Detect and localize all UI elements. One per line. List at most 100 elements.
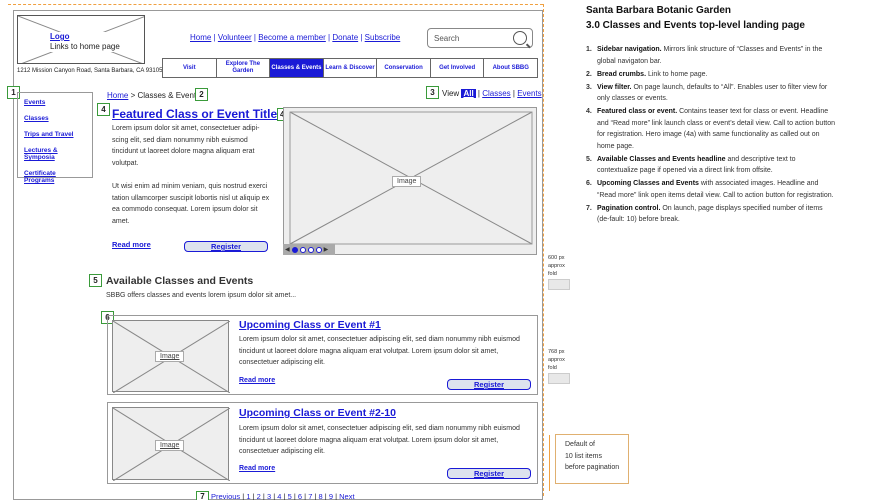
event-title[interactable]: Upcoming Class or Event #1 (239, 319, 381, 331)
fold-768-line: fold (548, 365, 557, 371)
note-head: View filter. (597, 83, 632, 91)
spec-note: 7. Pagination control. On launch, page di… (586, 203, 836, 226)
pagination-separator: | (293, 492, 296, 500)
fold-600-line: 600 px (548, 255, 565, 261)
filter-all[interactable]: All (461, 89, 476, 98)
carousel-dot[interactable] (291, 246, 298, 253)
pagination-page[interactable]: 9 (329, 492, 333, 500)
carousel-dot[interactable] (307, 246, 314, 253)
utility-nav: Home | Volunteer | Become a member | Don… (190, 33, 400, 42)
pagination-page[interactable]: 8 (319, 492, 323, 500)
pagination-page[interactable]: 1 (246, 492, 250, 500)
note-number: 7. (586, 204, 592, 212)
mainnav-explore[interactable]: Explore The Garden (217, 59, 271, 77)
spec-note: 6. Upcoming Classes and Events with assoc… (586, 178, 836, 201)
callout-5: 5 (89, 274, 102, 287)
featured-register-button[interactable]: Register (184, 241, 268, 252)
sidebar-item-classes[interactable]: Classes (24, 115, 87, 122)
pagination-separator: | (273, 492, 276, 500)
pagination: Previous | 1 | 2 | 3 | 4 | 5 | 6 | 7 | 8… (211, 492, 355, 500)
event-read-more[interactable]: Read more (239, 377, 275, 384)
note-number: 4. (586, 108, 592, 115)
carousel-prev-icon[interactable]: ◀ (285, 246, 290, 253)
event-read-more[interactable]: Read more (239, 465, 275, 472)
spec-note: 5. Available Classes and Events headline … (586, 154, 836, 177)
pagination-page[interactable]: 2 (257, 492, 261, 500)
hero-image[interactable]: Image (283, 107, 537, 255)
event-register-button[interactable]: Register (447, 468, 531, 479)
nav-donate[interactable]: Donate (332, 33, 358, 42)
fold-768-line: 768 px (548, 349, 565, 355)
mainnav-classes-events[interactable]: Classes & Events (270, 59, 324, 77)
breadcrumb-current: Classes & Events (137, 91, 201, 100)
note-body: Available Classes and Events headline an… (597, 154, 836, 177)
sidebar-item-events[interactable]: Events (24, 99, 87, 106)
note-body: Upcoming Classes and Events with associa… (597, 178, 836, 201)
logo[interactable]: Logo Links to home page (17, 15, 145, 64)
pagination-page[interactable]: 3 (267, 492, 271, 500)
default-items-note: Default of 10 list items before paginati… (555, 434, 629, 484)
spec-heading: Santa Barbara Botanic Garden 3.0 Classes… (586, 3, 805, 33)
nav-volunteer[interactable]: Volunteer (218, 33, 252, 42)
event-image[interactable]: Image (112, 320, 230, 393)
pagination-page[interactable]: 7 (308, 492, 312, 500)
featured-text-2: Ut wisi enim ad minim veniam, quis nostr… (112, 183, 270, 225)
featured-text-1: Lorem ipsum dolor sit amet, consectetuer… (112, 125, 260, 167)
nav-subscribe[interactable]: Subscribe (365, 33, 401, 42)
default-note-line: Default of (565, 441, 595, 448)
spec-note: 1. Sidebar navigation. Mirrors link struc… (586, 44, 836, 67)
mainnav-get-involved[interactable]: Get Involved (431, 59, 485, 77)
sidebar-item-lectures[interactable]: Lectures & Symposia (24, 147, 87, 161)
filter-classes[interactable]: Classes (482, 89, 510, 98)
note-head: Upcoming Classes and Events (597, 180, 699, 187)
sidebar-item-certificates[interactable]: Certificate Programs (24, 170, 87, 184)
hero-image-label: Image (392, 176, 422, 187)
carousel-dot[interactable] (315, 246, 322, 253)
note-body: Pagination control. On launch, page disp… (597, 203, 836, 226)
featured-title[interactable]: Featured Class or Event Title (112, 107, 277, 121)
event-image[interactable]: Image (112, 407, 230, 481)
search-icon[interactable] (513, 31, 527, 45)
filter-separator: | (512, 89, 515, 98)
note-head: Bread crumbs. (597, 70, 647, 78)
callout-7: 7 (196, 491, 209, 500)
event-register-button[interactable]: Register (447, 379, 531, 390)
nav-home[interactable]: Home (190, 33, 211, 42)
pagination-separator: | (324, 492, 327, 500)
view-filter: View All | Classes | Events (442, 89, 542, 98)
mainnav-learn[interactable]: Learn & Discover (324, 59, 378, 77)
pagination-separator: | (283, 492, 286, 500)
callout-3: 3 (426, 86, 439, 99)
pagination-page[interactable]: 4 (277, 492, 281, 500)
filter-events[interactable]: Events (517, 89, 541, 98)
logo-subtitle: Links to home page (50, 42, 120, 51)
pagination-previous[interactable]: Previous (211, 492, 240, 500)
mainnav-about[interactable]: About SBBG (484, 59, 537, 77)
note-head: Sidebar navigation. (597, 46, 662, 53)
search-input[interactable]: Search (427, 28, 533, 48)
pagination-separator: | (314, 492, 317, 500)
spec-title: Santa Barbara Botanic Garden (586, 5, 732, 16)
pagination-separator: | (304, 492, 307, 500)
note-text: Link to home page. (646, 70, 708, 78)
fold-768-marker (548, 373, 570, 384)
pagination-page[interactable]: 5 (288, 492, 292, 500)
featured-read-more[interactable]: Read more (112, 240, 151, 249)
fold-600-line: approx (548, 263, 565, 269)
available-description: SBBG offers classes and events lorem ips… (106, 292, 297, 299)
nav-become-member[interactable]: Become a member (258, 33, 326, 42)
pagination-page[interactable]: 6 (298, 492, 302, 500)
event-title[interactable]: Upcoming Class or Event #2-10 (239, 407, 396, 419)
carousel-next-icon[interactable]: ▶ (324, 246, 329, 253)
pagination-next[interactable]: Next (339, 492, 354, 500)
mainnav-visit[interactable]: Visit (163, 59, 217, 77)
sidebar-item-trips[interactable]: Trips and Travel (24, 131, 87, 138)
carousel-controls: ◀ ▶ (283, 244, 335, 255)
note-text: On page launch, defaults to “All”. Enabl… (597, 83, 828, 103)
logo-title: Logo (50, 32, 70, 41)
breadcrumb-home[interactable]: Home (107, 91, 128, 100)
mainnav-conservation[interactable]: Conservation (377, 59, 431, 77)
pagination-range-arrow (549, 435, 550, 491)
available-title: Available Classes and Events (106, 275, 254, 287)
carousel-dot[interactable] (299, 246, 306, 253)
